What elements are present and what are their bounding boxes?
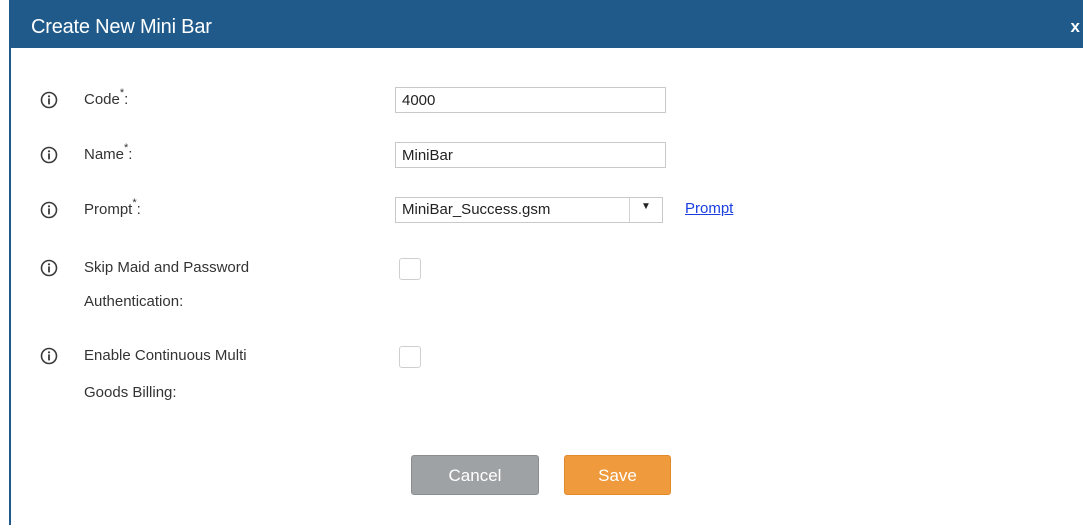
dialog-left-border bbox=[9, 0, 11, 525]
cancel-button[interactable]: Cancel bbox=[411, 455, 539, 495]
skip-maid-label-line1: Skip Maid and Password bbox=[84, 259, 250, 276]
info-icon bbox=[40, 347, 58, 365]
select-divider bbox=[629, 198, 630, 222]
code-input[interactable] bbox=[395, 87, 666, 113]
info-icon bbox=[40, 259, 58, 277]
code-label: Code*: bbox=[84, 87, 129, 109]
continuous-billing-checkbox[interactable] bbox=[399, 346, 421, 368]
info-icon bbox=[40, 201, 58, 219]
continuous-billing-label-line2: Goods Billing: bbox=[84, 384, 177, 401]
continuous-billing-label-line1: Enable Continuous Multi bbox=[84, 347, 247, 364]
skip-maid-checkbox[interactable] bbox=[399, 258, 421, 280]
dialog-title: Create New Mini Bar bbox=[31, 16, 212, 38]
skip-maid-label-line2: Authentication: bbox=[84, 293, 184, 310]
save-button[interactable]: Save bbox=[564, 455, 671, 495]
prompt-link[interactable]: Prompt bbox=[685, 200, 733, 217]
info-icon bbox=[40, 91, 58, 109]
chevron-down-icon[interactable]: ▼ bbox=[641, 201, 651, 212]
info-icon bbox=[40, 146, 58, 164]
dialog-titlebar: Create New Mini Bar x bbox=[9, 0, 1083, 48]
prompt-select-value: MiniBar_Success.gsm bbox=[402, 201, 551, 218]
prompt-select[interactable]: MiniBar_Success.gsm ▼ bbox=[395, 197, 663, 223]
close-icon[interactable]: x bbox=[1071, 17, 1080, 37]
name-input[interactable] bbox=[395, 142, 666, 168]
prompt-label: Prompt*: bbox=[84, 197, 141, 219]
create-mini-bar-dialog: Create New Mini Bar x Code*: Name*: Prom… bbox=[0, 0, 1083, 525]
name-label: Name*: bbox=[84, 142, 133, 164]
